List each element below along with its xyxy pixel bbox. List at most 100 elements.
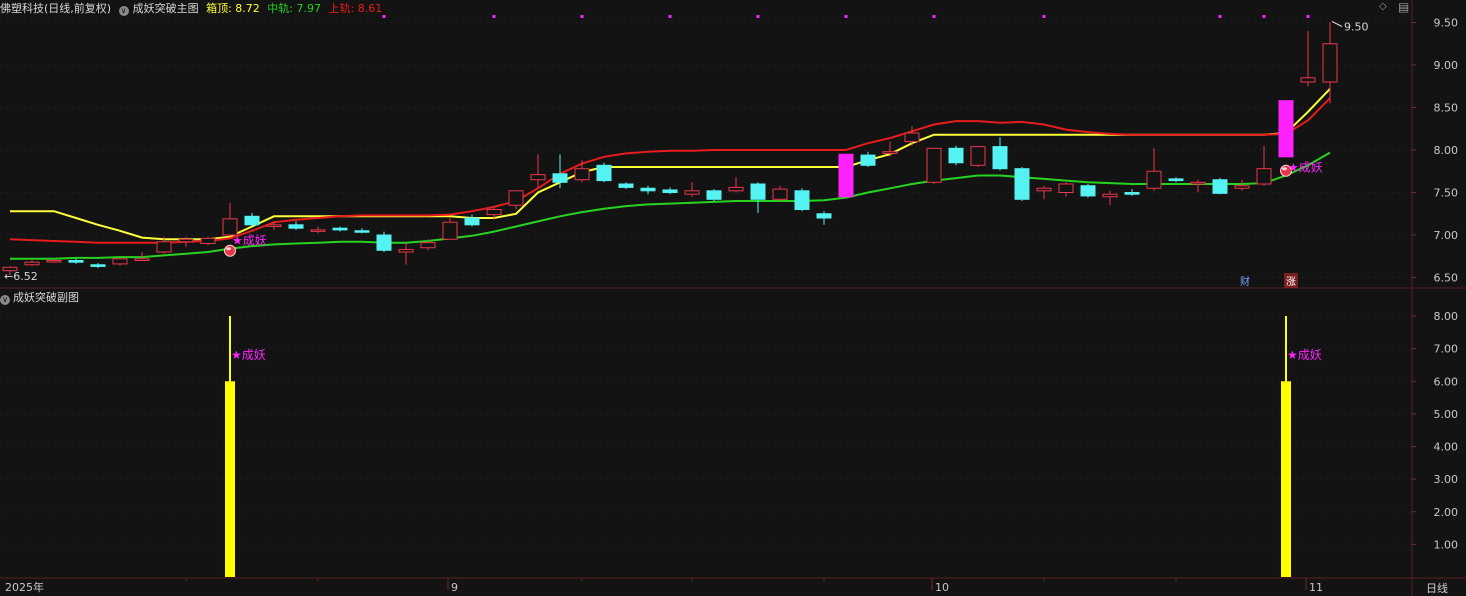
rise-badge[interactable]: 涨 bbox=[1284, 273, 1298, 288]
time-axis: 2025年 9 10 11 bbox=[5, 578, 1323, 594]
signal-dot bbox=[382, 15, 386, 18]
period-button[interactable]: 日线 bbox=[1426, 580, 1448, 596]
signal-ball-shine bbox=[1282, 167, 1287, 171]
signal-dot bbox=[1306, 15, 1310, 18]
candle-body bbox=[530, 174, 546, 181]
candle-body bbox=[794, 190, 810, 211]
x-tick-label: 9 bbox=[451, 581, 458, 594]
main-price-axis: 6.50 7.00 7.50 8.00 8.50 9.00 9.50 bbox=[1412, 17, 1458, 285]
x-tick-label: 10 bbox=[935, 581, 949, 594]
indicator-name[interactable]: 成妖突破主图 bbox=[133, 2, 199, 15]
candle-body bbox=[134, 258, 150, 261]
finance-badge[interactable]: 财 bbox=[1238, 273, 1252, 288]
y-tick-label: 2.00 bbox=[1434, 506, 1459, 519]
signal-dot bbox=[580, 15, 584, 18]
candle-body bbox=[750, 183, 766, 200]
upper-rail-line bbox=[9, 97, 1331, 244]
menu-icon[interactable]: ▤ bbox=[1398, 0, 1409, 14]
stock-name[interactable]: 佛塑科技 bbox=[0, 2, 44, 15]
candle-body bbox=[178, 238, 194, 243]
sub-indicator-name[interactable]: 成妖突破副图 bbox=[13, 291, 79, 304]
candle-body bbox=[68, 260, 84, 263]
candle-body bbox=[882, 151, 898, 154]
signal-dot bbox=[932, 15, 936, 18]
signal-ball-shine bbox=[226, 247, 231, 251]
y-tick-label: 8.00 bbox=[1434, 310, 1459, 323]
candle-body bbox=[838, 153, 854, 198]
candle-body bbox=[860, 154, 876, 166]
candle-body bbox=[1256, 168, 1272, 185]
candle-body bbox=[970, 146, 986, 166]
low-price-label: ←6.52 bbox=[4, 270, 38, 283]
chart-canvas[interactable]: ★成妖 ★成妖 9.50 ←6.52 6.50 7.00 7.50 8.00 8.50 9.00… bbox=[0, 0, 1466, 596]
candle-body bbox=[310, 229, 326, 232]
candle-body bbox=[1278, 100, 1294, 158]
signal-dot bbox=[756, 15, 760, 18]
signal-bar bbox=[225, 381, 235, 577]
signal-label: ★成妖 bbox=[1287, 348, 1322, 362]
candle-body bbox=[332, 227, 348, 231]
candle-body bbox=[1014, 168, 1030, 200]
mid-rail-value: 中轨: 7.97 bbox=[267, 2, 321, 15]
candle-body bbox=[1058, 183, 1074, 193]
candle-body bbox=[662, 189, 678, 193]
candle-body bbox=[992, 146, 1008, 170]
y-tick-label: 4.00 bbox=[1434, 441, 1459, 454]
chevron-down-icon[interactable]: ∨ bbox=[118, 6, 129, 16]
candle-body bbox=[772, 188, 788, 200]
upper-rail-value: 上轨: 8.61 bbox=[328, 2, 383, 15]
candle-body bbox=[1212, 179, 1228, 194]
candle-body bbox=[508, 190, 524, 206]
candle-body bbox=[1036, 187, 1052, 192]
y-tick-label: 8.00 bbox=[1434, 144, 1459, 157]
signal-label: ★成妖 bbox=[232, 234, 267, 248]
y-tick-label: 1.00 bbox=[1434, 538, 1459, 551]
candle-body bbox=[1102, 193, 1118, 198]
sub-value-axis: 1.00 2.00 3.00 4.00 5.00 6.00 7.00 8.00 bbox=[1412, 310, 1458, 551]
y-tick-label: 9.50 bbox=[1434, 17, 1459, 30]
candle-body bbox=[574, 168, 590, 181]
y-tick-label: 7.00 bbox=[1434, 343, 1459, 356]
candle-body bbox=[354, 230, 370, 233]
high-pointer bbox=[1331, 21, 1343, 27]
signal-dot bbox=[1042, 15, 1046, 18]
period-label: (日线,前复权) bbox=[44, 2, 112, 15]
candle-body bbox=[1234, 185, 1250, 189]
candle-body bbox=[926, 147, 942, 183]
box-top-value: 箱顶: 8.72 bbox=[206, 2, 260, 15]
candle-body bbox=[1124, 192, 1140, 195]
y-tick-label: 9.00 bbox=[1434, 59, 1459, 72]
x-tick-label: 11 bbox=[1309, 581, 1323, 594]
candle-body bbox=[420, 242, 436, 249]
candle-body bbox=[552, 173, 568, 183]
signal-dot bbox=[1218, 15, 1222, 18]
sub-bars: ★成妖 ★成妖 bbox=[225, 316, 1322, 577]
chevron-down-icon[interactable]: ∨ bbox=[0, 295, 10, 305]
candle-body bbox=[1146, 170, 1162, 189]
diamond-icon[interactable]: ◇ bbox=[1379, 1, 1387, 12]
candle-body bbox=[904, 132, 920, 142]
main-indicator-lines bbox=[9, 88, 1331, 260]
candle-body bbox=[24, 261, 40, 266]
y-tick-label: 6.00 bbox=[1434, 375, 1459, 388]
signal-dot bbox=[1262, 15, 1266, 18]
candle-body bbox=[376, 234, 392, 251]
candle-body bbox=[640, 187, 656, 192]
candle-body bbox=[596, 164, 612, 182]
main-header: 佛塑科技(日线,前复权) ∨ 成妖突破主图 箱顶: 8.72 中轨: 7.97 上… bbox=[0, 0, 386, 16]
box-top-line bbox=[10, 88, 1331, 241]
x-tick-label: 2025年 bbox=[5, 580, 44, 594]
candle-body bbox=[684, 190, 700, 195]
candle-body bbox=[442, 221, 458, 240]
signal-bar bbox=[1281, 381, 1291, 577]
sub-header: ∨ 成妖突破副图 bbox=[0, 289, 79, 305]
candle-body bbox=[706, 190, 722, 200]
candle-body bbox=[46, 260, 62, 263]
y-tick-label: 3.00 bbox=[1434, 473, 1459, 486]
candle-body bbox=[1322, 43, 1338, 83]
signal-dot bbox=[844, 15, 848, 18]
candle-body bbox=[1300, 77, 1316, 83]
candle-body bbox=[816, 213, 832, 219]
candle-body bbox=[1168, 178, 1184, 182]
high-price-label: 9.50 bbox=[1344, 21, 1369, 34]
